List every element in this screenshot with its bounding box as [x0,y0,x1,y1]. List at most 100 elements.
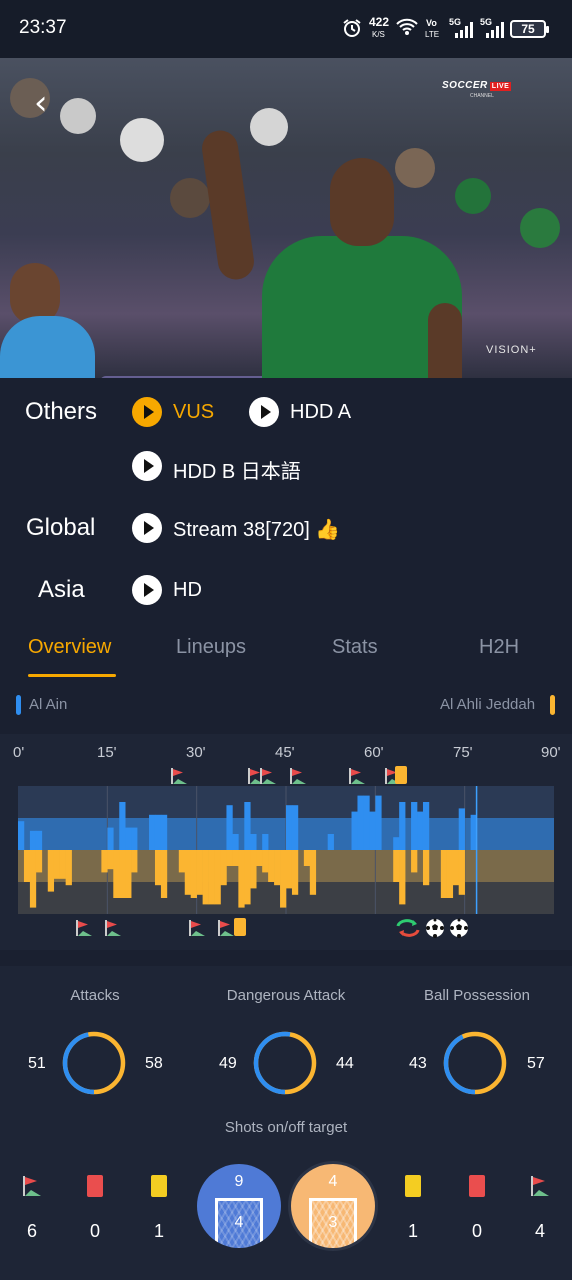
home-momentum-bar [363,795,370,850]
home-momentum-bar [35,830,43,850]
away-shots-off-target: 3 [328,1214,338,1231]
home-momentum-bar [29,830,37,850]
away-momentum-bar [286,850,293,889]
volte-bottom: LTE [425,30,440,39]
video-player[interactable] [0,58,572,378]
away-momentum-bar [399,850,406,905]
away-momentum-bar [184,850,192,895]
away-team-color [550,695,555,715]
minute-label: 15' [97,744,117,761]
away-momentum-bar [35,850,43,873]
play-icon[interactable] [132,513,162,543]
home-momentum-bar [244,802,251,850]
stream-option-hd[interactable]: HD [173,579,202,602]
momentum-chart [18,786,554,914]
stat-home-value: 43 [409,1055,427,1072]
away-momentum-bar [250,850,257,889]
away-momentum-bar [190,850,197,898]
goal-ball-icon [449,918,469,942]
home-momentum-bar [417,811,424,850]
away-momentum-bar [29,850,37,908]
play-icon[interactable] [132,451,162,481]
minute-label: 75' [453,744,473,761]
away-momentum-bar [244,850,251,905]
away-momentum-bar [280,850,287,908]
stat-title-ball-possession: Ball Possession [424,987,530,1004]
net-speed-unit: K/S [372,30,385,39]
home-momentum-bar [18,821,25,850]
tab-overview[interactable]: Overview [28,636,111,659]
wifi-icon [396,18,418,39]
away-momentum-bar [65,850,72,886]
away-momentum-bar [268,850,275,882]
away-momentum-bar [458,850,465,895]
stream-option-hdd-b[interactable]: HDD B 日本語 [173,455,301,484]
stream-option-vus[interactable]: VUS [173,401,214,424]
play-icon[interactable] [132,397,162,427]
minute-label: 30' [186,744,206,761]
away-momentum-bar [309,850,317,895]
away-momentum-bar [446,850,454,898]
stream-option-hdd-a[interactable]: HDD A [290,401,351,424]
home-momentum-bar [369,811,376,850]
away-momentum-bar [208,850,215,905]
home-momentum-bar [422,802,430,850]
net-speed-value: 422 [369,15,390,29]
tab-h2h[interactable]: H2H [479,636,519,659]
away-momentum-bar [214,850,221,905]
away-momentum-bar [393,850,400,882]
home-momentum-bar [327,834,334,850]
home-momentum-bar [458,808,465,850]
play-icon[interactable] [249,397,279,427]
stat-title-attacks: Attacks [70,987,120,1004]
tab-stats[interactable]: Stats [332,636,378,659]
corner-flag-icon [103,918,123,942]
home-shots-on-target: 9 [234,1173,244,1190]
back-button[interactable]: ‹ [34,86,62,120]
away-team-name: Al Ahli Jeddah [440,696,536,713]
away-momentum-bar [220,850,227,886]
minute-label: 90' [541,744,561,761]
yellow-card-icon [151,1175,167,1197]
corner-flag-icon [74,918,94,942]
tab-lineups[interactable]: Lineups [176,636,246,659]
away-momentum-bar [119,850,126,898]
corner-flag-icon [21,1174,43,1198]
channel-logo: SOCCER LIVE [442,80,512,91]
stat-donut-dangerous-attack [253,1031,317,1095]
stream-option-stream-38[interactable]: Stream 38[720] 👍 [173,517,340,542]
home-momentum-bar [375,795,382,850]
stat-away-value: 58 [145,1055,163,1072]
stream-category-asia: Asia [38,576,85,603]
away-momentum-bar [59,850,66,879]
home-momentum-bar [399,802,406,850]
away-momentum-bar [154,850,162,886]
play-icon[interactable] [132,575,162,605]
stream-category-global: Global [26,514,96,541]
home-momentum-bar [125,827,132,850]
red-card-icon [469,1175,485,1197]
stat-donut-ball-possession [443,1031,507,1095]
corner-flag-icon [529,1174,551,1198]
away-momentum-bar [47,850,55,892]
substitution-icon [395,918,421,942]
yellow-card-icon [395,766,408,784]
away-momentum-bar [53,850,60,879]
stat-home-value: 51 [28,1055,46,1072]
home-momentum-bar [351,811,358,850]
tab-underline [28,674,116,677]
away-momentum-bar [160,850,168,898]
signal-icon [484,22,506,43]
signal-icon [453,22,475,43]
stream-category-others: Others [25,398,98,425]
away-momentum-bar [274,850,281,886]
home-momentum-bar [393,837,400,850]
home-momentum-bar [232,834,239,850]
away-momentum-bar [178,850,186,873]
away-momentum-bar [440,850,448,898]
corner-flag-icon [187,918,207,942]
minute-label: 45' [275,744,295,761]
stat-home-value: 49 [219,1055,237,1072]
alarm-icon [342,18,362,41]
yellow-card-icon [234,918,247,936]
